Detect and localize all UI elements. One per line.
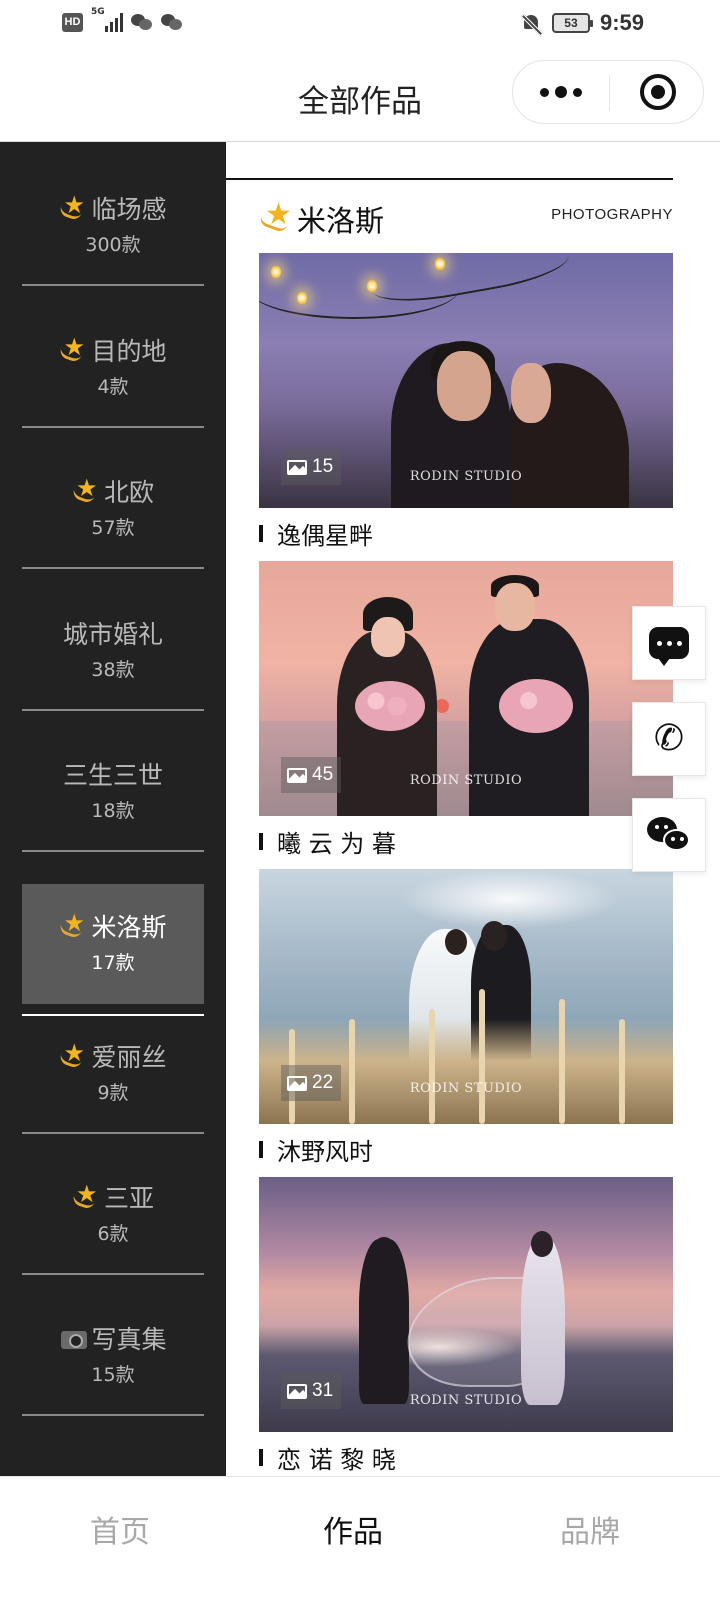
phone-icon: ✆ [653, 718, 685, 759]
bottom-tab-bar: 首页 作品 品牌 [0, 1476, 720, 1600]
sidebar-item-label: 爱丽丝 [91, 1043, 167, 1072]
album-cover-photo[interactable]: RODIN STUDIO 31 [259, 1177, 673, 1432]
sidebar-item-sansheng-sanshi[interactable]: 三生三世 18款 [22, 732, 204, 852]
status-right: 53 9:59 [520, 10, 644, 37]
sidebar-item-xiezhenji[interactable]: 写真集 15款 [22, 1296, 204, 1416]
sidebar-item-sanya[interactable]: 三亚 6款 [22, 1155, 204, 1275]
sidebar-item-count: 17款 [91, 952, 135, 974]
shooting-star-icon [59, 909, 89, 939]
photo-count-badge: 45 [281, 757, 342, 793]
section-divider [226, 178, 673, 180]
image-icon [287, 767, 307, 783]
sidebar-item-beiou[interactable]: 北欧 57款 [22, 449, 204, 569]
photo-count-badge: 15 [281, 449, 342, 485]
message-button[interactable] [632, 606, 706, 680]
target-circle-icon [639, 74, 676, 110]
photo-count-badge: 31 [281, 1373, 342, 1409]
call-button[interactable]: ✆ [632, 702, 706, 776]
wechat-icon [647, 817, 691, 853]
sidebar-item-miluosi[interactable]: 米洛斯 17款 [22, 884, 204, 1016]
sidebar-item-count: 15款 [91, 1364, 135, 1386]
shooting-star-icon [72, 1180, 102, 1210]
clock: 9:59 [599, 10, 644, 35]
shooting-star-icon [59, 191, 89, 221]
sidebar-item-label: 米洛斯 [91, 913, 167, 942]
sidebar-item-label: 写真集 [91, 1325, 167, 1354]
shooting-star-icon [59, 333, 89, 363]
sidebar-item-label: 三生三世 [62, 761, 163, 790]
message-icon [649, 627, 689, 666]
album-cover-photo[interactable]: RODIN STUDIO 45 [259, 561, 673, 816]
sidebar-item-count: 9款 [97, 1082, 129, 1104]
sidebar-item-label: 城市婚礼 [62, 620, 163, 649]
image-icon [287, 1075, 307, 1091]
network-type: 5G [91, 7, 105, 17]
sidebar-item-count: 6款 [97, 1223, 129, 1245]
category-sidebar: 临场感 300款 目的地 4款 北欧 57款 城市婚礼 38款 三生三世 18款… [0, 142, 226, 1504]
sidebar-item-label: 北欧 [103, 478, 154, 507]
album-title: 恋 诺 黎 晓 [259, 1441, 396, 1474]
image-icon [287, 459, 307, 475]
sidebar-item-label: 临场感 [91, 195, 167, 224]
tab-works[interactable]: 作品 [233, 1507, 473, 1551]
miniprogram-capsule [512, 60, 704, 124]
mute-bell-icon [520, 12, 544, 37]
album-title: 逸偶星畔 [259, 517, 373, 550]
image-icon [287, 1383, 307, 1399]
sidebar-item-label: 目的地 [91, 337, 167, 366]
tab-home[interactable]: 首页 [0, 1507, 240, 1551]
battery-icon: 53 [551, 13, 593, 33]
more-button[interactable] [513, 61, 608, 123]
shooting-star-icon [259, 197, 295, 235]
sidebar-item-label: 三亚 [103, 1184, 154, 1213]
album-title: 曦 云 为 暮 [259, 825, 396, 858]
photo-count-badge: 22 [281, 1065, 342, 1101]
album-cover-photo[interactable]: RODIN STUDIO 15 [259, 253, 673, 508]
sidebar-item-mudidi[interactable]: 目的地 4款 [22, 308, 204, 428]
wechat-notification-icon [161, 13, 183, 31]
shooting-star-icon [59, 1039, 89, 1069]
sidebar-item-count: 38款 [91, 659, 135, 681]
more-dots-icon [539, 87, 549, 97]
sidebar-item-chengshi-hunli[interactable]: 城市婚礼 38款 [22, 591, 204, 711]
sidebar-item-linchanggan[interactable]: 临场感 300款 [22, 166, 204, 286]
signal-icon: 5G [91, 8, 123, 32]
shooting-star-icon [72, 474, 102, 504]
sidebar-item-count: 4款 [97, 376, 129, 398]
section-tag: PHOTOGRAPHY [551, 206, 673, 223]
sidebar-item-count: 57款 [91, 517, 135, 539]
close-miniprogram-button[interactable] [610, 61, 705, 123]
sidebar-item-ailisi[interactable]: 爱丽丝 9款 [22, 1014, 204, 1134]
status-bar: HD 5G 53 9:59 [0, 0, 720, 48]
sidebar-item-count: 300款 [85, 234, 141, 256]
section-title: 米洛斯 [259, 197, 384, 240]
status-left: HD 5G [62, 8, 183, 32]
album-cover-photo[interactable]: RODIN STUDIO 22 [259, 869, 673, 1124]
section-header: 米洛斯 PHOTOGRAPHY [259, 197, 673, 240]
wechat-button[interactable] [632, 798, 706, 872]
camera-icon [59, 1325, 89, 1351]
sidebar-item-count: 18款 [91, 800, 135, 822]
wechat-notification-icon [131, 13, 153, 31]
nav-bar: 全部作品 [0, 48, 720, 142]
tab-brand[interactable]: 品牌 [470, 1507, 710, 1551]
album-title: 沐野风时 [259, 1133, 373, 1166]
hd-icon: HD [62, 12, 83, 32]
